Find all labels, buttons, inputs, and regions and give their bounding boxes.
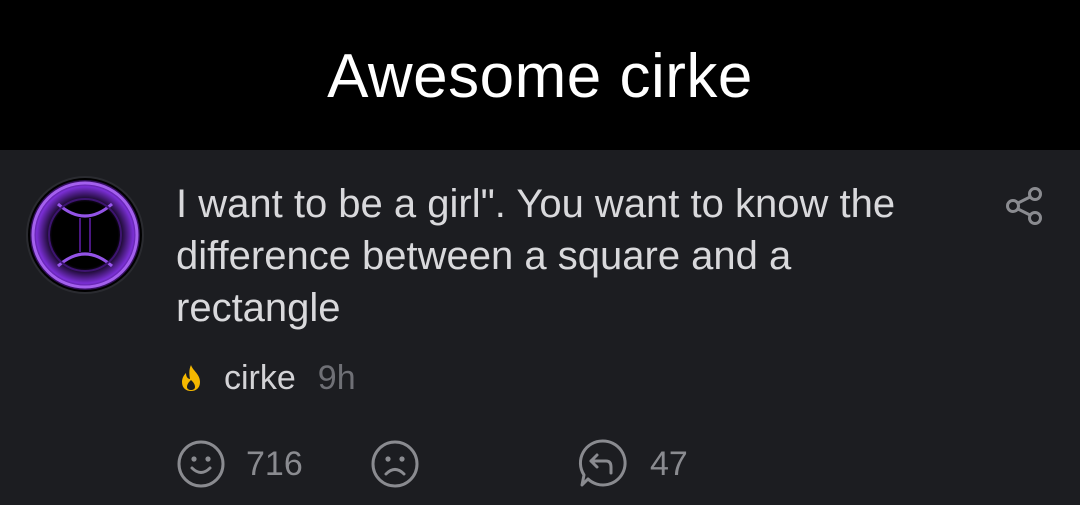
reply-icon	[578, 439, 627, 487]
timestamp: 9h	[317, 358, 356, 397]
like-button[interactable]: 716	[176, 438, 303, 490]
share-icon[interactable]	[1004, 186, 1044, 226]
header-bar: Awesome cirke	[0, 0, 1080, 150]
reply-count: 47	[650, 444, 688, 483]
frown-icon	[371, 440, 419, 488]
dislike-button[interactable]	[370, 438, 420, 490]
portal-avatar-icon	[30, 180, 140, 290]
reply-button[interactable]: 47	[576, 438, 688, 490]
smiley-icon	[177, 440, 225, 488]
comment-text: I want to be a girl". You want to know t…	[176, 182, 896, 330]
page-title: Awesome cirke	[327, 41, 753, 111]
action-bar: 716 47	[176, 438, 876, 490]
comment-card: I want to be a girl". You want to know t…	[0, 150, 1080, 505]
like-count: 716	[246, 444, 303, 483]
comment-meta: cirke 9h	[176, 356, 356, 400]
avatar[interactable]	[28, 178, 142, 292]
author-name[interactable]: cirke	[224, 359, 296, 398]
fire-icon	[182, 365, 200, 391]
